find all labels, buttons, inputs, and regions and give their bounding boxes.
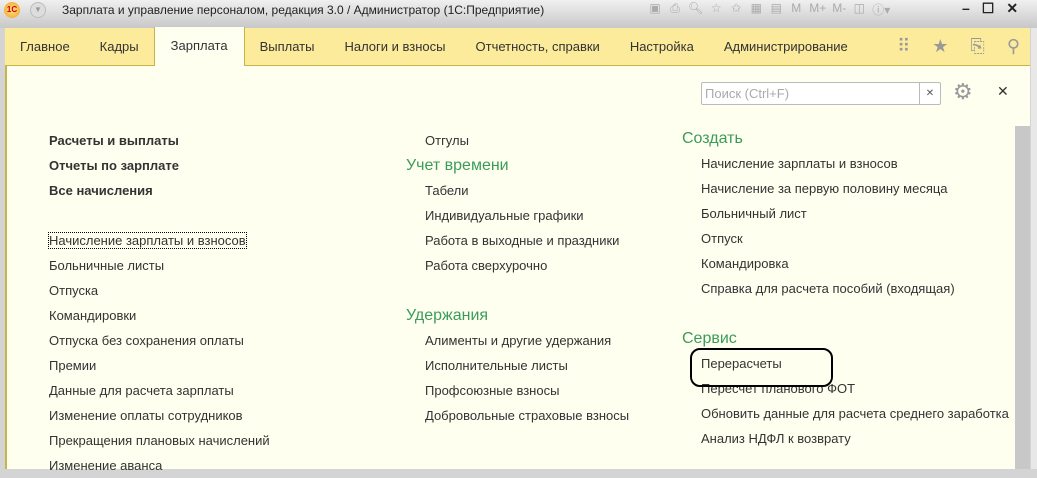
- minimize-button[interactable]: –: [962, 0, 970, 17]
- list-item[interactable]: Обновить данные для расчета среднего зар…: [701, 401, 1017, 426]
- tab-main[interactable]: Главное: [5, 28, 85, 66]
- list-item[interactable]: Больничные листы: [49, 253, 270, 278]
- section-header: Создать: [682, 130, 743, 147]
- list-item[interactable]: Индивидуальные графики: [425, 203, 629, 228]
- gear-icon[interactable]: ⚙: [953, 79, 973, 105]
- title-bar: 1С ▼ Зарплата и управление персоналом, р…: [0, 0, 1037, 28]
- column-time: Отгулы Учет времени Табели Индивидуальны…: [406, 128, 629, 428]
- column-main: Расчеты и выплаты Отчеты по зарплате Все…: [48, 128, 270, 478]
- list-item[interactable]: Премии: [49, 353, 270, 378]
- close-window-button[interactable]: ✕: [1006, 0, 1018, 17]
- list-item[interactable]: Работа в выходные и праздники: [425, 228, 629, 253]
- calculator-icon[interactable]: ▦: [749, 1, 763, 18]
- link-all-accruals[interactable]: Все начисления: [49, 178, 270, 203]
- section-nav: Главное Кадры Зарплата Выплаты Налоги и …: [5, 27, 1030, 66]
- list-item[interactable]: Алименты и другие удержания: [425, 328, 629, 353]
- panel-icon[interactable]: ◫: [852, 1, 866, 18]
- tab-administration[interactable]: Администрирование: [709, 28, 863, 66]
- app-logo: 1С: [4, 2, 20, 18]
- memory-plus-button[interactable]: M+: [809, 1, 826, 18]
- favorite-add-icon[interactable]: ☆: [709, 1, 723, 18]
- list-item[interactable]: Начисление зарплаты и взносов: [701, 151, 1017, 176]
- history-icon[interactable]: ⎘: [970, 36, 984, 57]
- search-icon[interactable]: ⚲: [1007, 36, 1020, 57]
- maximize-button[interactable]: ☐: [982, 0, 995, 17]
- list-item[interactable]: Отпуска: [49, 278, 270, 303]
- tab-personnel[interactable]: Кадры: [85, 28, 154, 66]
- star-icon[interactable]: ★: [932, 36, 948, 57]
- info-icon[interactable]: ⓘ▾: [872, 1, 890, 18]
- window-title: Зарплата и управление персоналом, редакц…: [62, 3, 545, 17]
- list-item[interactable]: Исполнительные листы: [425, 353, 629, 378]
- list-item[interactable]: Отпуска без сохранения оплаты: [49, 328, 270, 353]
- tab-payments[interactable]: Выплаты: [245, 28, 330, 66]
- list-item[interactable]: Отпуск: [701, 226, 1017, 251]
- section-panel: ✕ ⚙ ✕ Расчеты и выплаты Отчеты по зарпла…: [5, 66, 1030, 473]
- list-item[interactable]: Работа сверхурочно: [425, 253, 629, 278]
- tab-reports[interactable]: Отчетность, справки: [461, 28, 615, 66]
- list-item[interactable]: Начисление за первую половину месяца: [701, 176, 1017, 201]
- main-menu-button[interactable]: ▼: [30, 2, 46, 18]
- list-item[interactable]: Отгулы: [406, 128, 629, 153]
- link-salary-reports[interactable]: Отчеты по зарплате: [49, 153, 270, 178]
- list-item-label: Начисление зарплаты и взносов: [48, 232, 247, 249]
- memory-m-button[interactable]: M: [789, 1, 803, 18]
- clear-search-icon[interactable]: ✕: [919, 83, 940, 104]
- list-item[interactable]: Данные для расчета зарплаты: [49, 378, 270, 403]
- apps-icon[interactable]: ⠿: [897, 36, 910, 57]
- list-item[interactable]: Справка для расчета пособий (входящая): [701, 276, 1017, 301]
- list-item[interactable]: Анализ НДФЛ к возврату: [701, 426, 1017, 451]
- search-field[interactable]: ✕: [701, 82, 941, 105]
- list-item[interactable]: Начисление зарплаты и взносов: [48, 228, 270, 253]
- tab-taxes[interactable]: Налоги и взносы: [329, 28, 460, 66]
- preview-icon[interactable]: 🔍︎: [688, 1, 703, 18]
- list-item[interactable]: Командировка: [701, 251, 1017, 276]
- tab-salary[interactable]: Зарплата: [153, 27, 245, 66]
- section-header: Удержания: [406, 307, 489, 324]
- save-icon[interactable]: ▣: [648, 1, 662, 18]
- search-input[interactable]: [702, 83, 919, 104]
- memory-minus-button[interactable]: M-: [832, 1, 846, 18]
- list-item[interactable]: Добровольные страховые взносы: [425, 403, 629, 428]
- close-icon[interactable]: ✕: [997, 83, 1009, 100]
- scrollbar[interactable]: [1015, 126, 1030, 469]
- list-item[interactable]: Изменение аванса: [49, 453, 270, 478]
- list-item[interactable]: Командировки: [49, 303, 270, 328]
- list-item[interactable]: Табели: [425, 178, 629, 203]
- link-calculations-payments[interactable]: Расчеты и выплаты: [49, 128, 270, 153]
- annotation-ellipse: [690, 348, 833, 387]
- list-item[interactable]: Профсоюзные взносы: [425, 378, 629, 403]
- calendar-icon[interactable]: ▤: [769, 1, 783, 18]
- section-header: Учет времени: [406, 157, 509, 174]
- tab-settings[interactable]: Настройка: [615, 28, 709, 66]
- list-item[interactable]: Изменение оплаты сотрудников: [49, 403, 270, 428]
- list-item[interactable]: Больничный лист: [701, 201, 1017, 226]
- list-item[interactable]: Прекращения плановых начислений: [49, 428, 270, 453]
- background-window-edge: [1031, 28, 1037, 469]
- print-icon[interactable]: ⎙: [668, 1, 682, 18]
- column-create-service: Создать Начисление зарплаты и взносов На…: [682, 126, 1017, 451]
- bookmark-icon[interactable]: ✩: [729, 1, 743, 18]
